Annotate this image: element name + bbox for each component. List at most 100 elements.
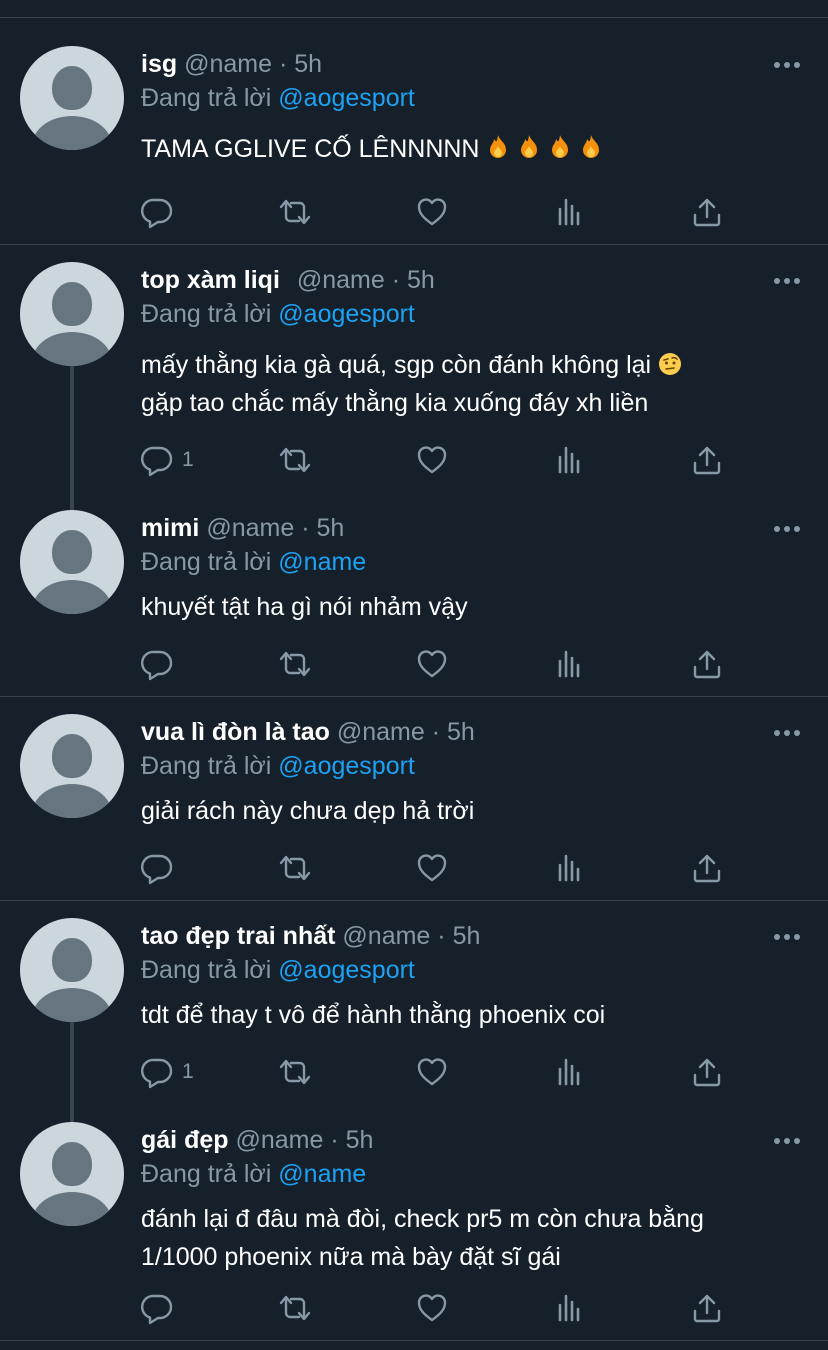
- analytics-button[interactable]: [553, 1290, 587, 1326]
- avatar[interactable]: [20, 46, 124, 150]
- more-options-button[interactable]: [772, 522, 802, 534]
- handle[interactable]: @name: [235, 1126, 323, 1154]
- handle[interactable]: @name: [184, 50, 272, 78]
- mention-link[interactable]: @aogesport: [278, 956, 415, 984]
- analytics-icon: [553, 443, 587, 477]
- replying-to-label: Đang trả lời: [141, 1160, 272, 1188]
- reply-button[interactable]: [140, 1290, 182, 1326]
- display-name[interactable]: mimi: [141, 514, 199, 542]
- like-button[interactable]: [415, 646, 449, 682]
- more-options-button[interactable]: [772, 1134, 802, 1146]
- more-options-button[interactable]: [772, 58, 802, 70]
- share-icon: [690, 647, 724, 681]
- like-icon: [415, 647, 449, 681]
- handle[interactable]: @name: [297, 266, 385, 294]
- share-button[interactable]: [690, 194, 724, 230]
- analytics-button[interactable]: [553, 850, 587, 886]
- avatar[interactable]: [20, 714, 124, 818]
- separator-dot: ·: [431, 718, 441, 746]
- tweet-header: top xàm liqi @name · 5h: [141, 264, 435, 296]
- display-name[interactable]: gái đẹp: [141, 1126, 229, 1154]
- analytics-button[interactable]: [553, 1054, 587, 1090]
- replying-to-label: Đang trả lời: [141, 752, 272, 780]
- more-icon: [774, 278, 800, 284]
- retweet-button[interactable]: [275, 1290, 315, 1326]
- timestamp[interactable]: 5h: [294, 50, 322, 78]
- more-icon: [774, 1138, 800, 1144]
- handle[interactable]: @name: [342, 922, 430, 950]
- share-button[interactable]: [690, 1054, 724, 1090]
- avatar[interactable]: [20, 1122, 124, 1226]
- mention-link[interactable]: @aogesport: [278, 84, 415, 112]
- avatar-head-shape: [52, 1142, 92, 1186]
- mention-link[interactable]: @name: [278, 548, 366, 576]
- more-options-button[interactable]: [772, 930, 802, 942]
- top-divider: [0, 17, 828, 18]
- reply-icon: [140, 1055, 174, 1089]
- tweet-header: isg @name · 5h: [141, 48, 322, 80]
- mention-link[interactable]: @aogesport: [278, 752, 415, 780]
- reply-button[interactable]: [140, 194, 182, 230]
- avatar[interactable]: [20, 262, 124, 366]
- avatar-head-shape: [52, 282, 92, 326]
- like-button[interactable]: [415, 850, 449, 886]
- timestamp[interactable]: 5h: [447, 718, 475, 746]
- timestamp[interactable]: 5h: [316, 514, 344, 542]
- analytics-icon: [553, 851, 587, 885]
- share-icon: [690, 1291, 724, 1325]
- timestamp[interactable]: 5h: [407, 266, 435, 294]
- like-icon: [415, 1291, 449, 1325]
- retweet-button[interactable]: [275, 194, 315, 230]
- analytics-button[interactable]: [553, 442, 587, 478]
- retweet-button[interactable]: [275, 646, 315, 682]
- avatar[interactable]: [20, 510, 124, 614]
- replying-to-label: Đang trả lời: [141, 300, 272, 328]
- mention-link[interactable]: @name: [278, 1160, 366, 1188]
- share-button[interactable]: [690, 442, 724, 478]
- tweet-header: mimi @name · 5h: [141, 512, 344, 544]
- analytics-button[interactable]: [553, 646, 587, 682]
- like-button[interactable]: [415, 442, 449, 478]
- like-button[interactable]: [415, 1054, 449, 1090]
- reply-count: 1: [182, 448, 194, 471]
- tweet-text-body: khuyết tật ha gì nói nhảm vậy: [141, 593, 468, 621]
- share-button[interactable]: [690, 850, 724, 886]
- share-icon: [690, 851, 724, 885]
- share-button[interactable]: [690, 646, 724, 682]
- retweet-button[interactable]: [275, 442, 315, 478]
- tweet-text-body: giải rách này chưa dẹp hả trời: [141, 797, 475, 825]
- tweet-text: giải rách này chưa dẹp hả trời: [141, 792, 781, 830]
- more-icon: [774, 526, 800, 532]
- tweet-header: vua lì đòn là tao @name · 5h: [141, 716, 475, 748]
- timestamp[interactable]: 5h: [453, 922, 481, 950]
- retweet-button[interactable]: [275, 1054, 315, 1090]
- timestamp[interactable]: 5h: [346, 1126, 374, 1154]
- display-name[interactable]: top xàm liqi: [141, 266, 280, 294]
- avatar[interactable]: [20, 918, 124, 1022]
- replying-to-label: Đang trả lời: [141, 548, 272, 576]
- display-name[interactable]: tao đẹp trai nhất: [141, 922, 335, 950]
- more-icon: [774, 62, 800, 68]
- share-button[interactable]: [690, 1290, 724, 1326]
- display-name[interactable]: vua lì đòn là tao: [141, 718, 330, 746]
- mention-link[interactable]: @aogesport: [278, 300, 415, 328]
- display-name[interactable]: isg: [141, 50, 177, 78]
- tweet-divider: [0, 1340, 828, 1341]
- like-button[interactable]: [415, 1290, 449, 1326]
- retweet-button[interactable]: [275, 850, 315, 886]
- replying-to: Đang trả lời @name: [141, 546, 366, 578]
- more-options-button[interactable]: [772, 274, 802, 286]
- reply-button[interactable]: [140, 646, 182, 682]
- tweet-text-line: mấy thằng kia gà quá, sgp còn đánh không…: [141, 351, 652, 379]
- reply-button[interactable]: 1: [140, 1054, 194, 1090]
- more-options-button[interactable]: [772, 726, 802, 738]
- reply-button[interactable]: 1: [140, 442, 194, 478]
- analytics-button[interactable]: [553, 194, 587, 230]
- fire-icon: [583, 135, 600, 158]
- tweet-header: tao đẹp trai nhất @name · 5h: [141, 920, 480, 952]
- handle[interactable]: @name: [206, 514, 294, 542]
- reply-button[interactable]: [140, 850, 182, 886]
- analytics-icon: [553, 1055, 587, 1089]
- handle[interactable]: @name: [337, 718, 425, 746]
- like-button[interactable]: [415, 194, 449, 230]
